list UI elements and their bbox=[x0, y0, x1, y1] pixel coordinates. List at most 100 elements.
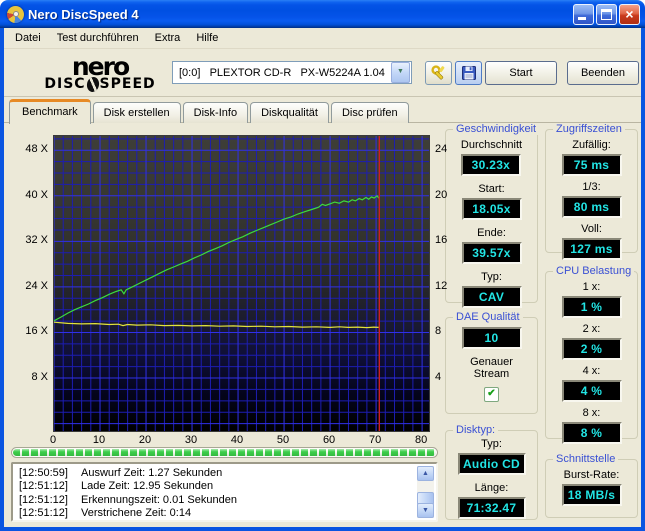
full-access-value: 127 ms bbox=[561, 238, 622, 260]
tab-diskqualitaet[interactable]: Diskqualität bbox=[250, 102, 329, 123]
menu-hilfe[interactable]: Hilfe bbox=[188, 30, 226, 46]
app-icon bbox=[7, 5, 24, 23]
chevron-down-icon[interactable]: ▼ bbox=[391, 62, 410, 83]
log-scrollbar[interactable]: ▲ ▼ bbox=[417, 466, 434, 518]
close-button[interactable]: × bbox=[619, 3, 640, 25]
log-lines: [12:50:59] Auswurf Zeit: 1.27 Sekunden [1… bbox=[13, 464, 436, 520]
end-speed-label: Ende: bbox=[477, 227, 506, 239]
axis-tick-label: 20 bbox=[138, 434, 152, 446]
panel-title: Schnittstelle bbox=[553, 453, 619, 465]
tab-bar: Benchmark Disk erstellen Disk-Info Diskq… bbox=[4, 97, 641, 124]
accurate-stream-label: Genauer Stream bbox=[470, 356, 513, 380]
benchmark-page: [12:50:59] Auswurf Zeit: 1.27 Sekunden [1… bbox=[4, 123, 641, 527]
random-access-value: 75 ms bbox=[561, 154, 622, 176]
tools-icon bbox=[430, 64, 444, 79]
results-panels: Geschwindigkeit Durchschnitt 30.23x Star… bbox=[445, 123, 639, 520]
dae-quality-value: 10 bbox=[461, 327, 522, 349]
axis-tick-label: 16 bbox=[435, 234, 448, 247]
axis-tick-label: 0 bbox=[49, 434, 57, 446]
drive-select[interactable]: [0:0] PLEXTOR CD-R PX-W5224A 1.04 ▼ bbox=[172, 61, 412, 84]
progress-bar bbox=[11, 447, 438, 458]
accurate-stream-checkbox[interactable]: ✔ bbox=[484, 387, 499, 402]
toolbar: nero DISC SPEED [0:0] PLEXTOR CD-R PX-W52… bbox=[4, 49, 641, 97]
save-icon bbox=[461, 65, 476, 80]
logo-speed-text: SPEED bbox=[99, 76, 156, 92]
third-access-value: 80 ms bbox=[561, 196, 622, 218]
log-line: [12:51:12] Verstrichene Zeit: 0:14 bbox=[19, 507, 192, 520]
scroll-down-icon[interactable]: ▼ bbox=[417, 503, 434, 518]
cpu-4x-value: 4 % bbox=[561, 380, 622, 402]
panel-cpu-belastung: CPU Belastung 1 x: 1 % 2 x: 2 % 4 x: 4 %… bbox=[545, 265, 638, 444]
logo-brand: nero bbox=[71, 51, 130, 81]
tab-disk-erstellen[interactable]: Disk erstellen bbox=[92, 102, 181, 123]
disc-type-label: Typ: bbox=[481, 438, 502, 450]
panel-title: DAE Qualität bbox=[453, 311, 523, 323]
menu-test-durchfuehren[interactable]: Test durchführen bbox=[49, 30, 147, 46]
third-access-label: 1/3: bbox=[582, 181, 601, 193]
menu-datei[interactable]: Datei bbox=[7, 30, 49, 46]
disc-length-label: Länge: bbox=[474, 482, 509, 494]
minimize-icon bbox=[578, 16, 586, 20]
tab-disk-info[interactable]: Disk-Info bbox=[182, 102, 249, 123]
speed-type-label: Typ: bbox=[481, 271, 502, 283]
axis-tick-label: 32 X bbox=[25, 234, 48, 247]
log-line: [12:51:12] Erkennungszeit: 0.01 Sekunden bbox=[19, 493, 237, 506]
axis-tick-label: 80 bbox=[414, 434, 428, 446]
panel-title: CPU Belastung bbox=[553, 265, 635, 277]
axis-tick-label: 12 bbox=[435, 279, 448, 292]
burst-rate-value: 18 MB/s bbox=[561, 484, 622, 506]
panel-title: Disktyp: bbox=[453, 424, 499, 436]
cpu-1x-label: 1 x: bbox=[582, 281, 601, 293]
avg-speed-value: 30.23x bbox=[460, 154, 521, 176]
start-speed-value: 18.05x bbox=[461, 198, 522, 220]
scroll-up-icon[interactable]: ▲ bbox=[417, 466, 434, 481]
cpu-2x-value: 2 % bbox=[561, 338, 622, 360]
save-button[interactable] bbox=[455, 60, 482, 85]
minimize-button[interactable] bbox=[573, 3, 594, 25]
check-icon: ✔ bbox=[487, 388, 496, 399]
tab-benchmark[interactable]: Benchmark bbox=[9, 99, 91, 124]
avg-speed-label: Durchschnitt bbox=[460, 139, 523, 151]
axis-tick-label: 30 bbox=[184, 434, 198, 446]
start-speed-label: Start: bbox=[478, 183, 505, 195]
axis-tick-label: 8 X bbox=[31, 371, 48, 384]
axis-tick-label: 40 X bbox=[25, 188, 48, 201]
menu-bar: Datei Test durchführen Extra Hilfe bbox=[4, 28, 641, 49]
tab-disc-pruefen[interactable]: Disc prüfen bbox=[330, 102, 409, 123]
full-access-label: Voll: bbox=[581, 223, 602, 235]
cpu-1x-value: 1 % bbox=[561, 296, 622, 318]
options-button[interactable] bbox=[425, 60, 452, 85]
cpu-8x-value: 8 % bbox=[561, 422, 622, 444]
title-bar: Nero DiscSpeed 4 × bbox=[0, 0, 645, 28]
log-panel[interactable]: [12:50:59] Auswurf Zeit: 1.27 Sekunden [1… bbox=[11, 462, 438, 522]
axis-tick-label: 16 X bbox=[25, 325, 48, 338]
cpu-8x-label: 8 x: bbox=[582, 407, 601, 419]
panel-title: Zugriffszeiten bbox=[553, 123, 625, 135]
benchmark-chart bbox=[53, 135, 430, 432]
cpu-4x-label: 4 x: bbox=[582, 365, 601, 377]
axis-tick-label: 60 bbox=[322, 434, 336, 446]
menu-extra[interactable]: Extra bbox=[147, 30, 189, 46]
close-icon: × bbox=[625, 5, 634, 22]
start-button[interactable]: Start bbox=[485, 60, 557, 85]
window-title: Nero DiscSpeed 4 bbox=[28, 6, 139, 22]
axis-tick-label: 50 bbox=[276, 434, 290, 446]
axis-tick-label: 4 bbox=[435, 371, 442, 384]
axis-tick-label: 24 X bbox=[25, 279, 48, 292]
axis-tick-label: 8 bbox=[435, 325, 442, 338]
maximize-button[interactable] bbox=[596, 3, 617, 25]
maximize-icon bbox=[601, 8, 612, 20]
axis-tick-label: 24 bbox=[435, 143, 448, 156]
panel-schnittstelle: Schnittstelle Burst-Rate: 18 MB/s bbox=[545, 453, 638, 518]
cpu-2x-label: 2 x: bbox=[582, 323, 601, 335]
axis-tick-label: 20 bbox=[435, 188, 448, 201]
axis-tick-label: 10 bbox=[92, 434, 106, 446]
window-frame: Datei Test durchführen Extra Hilfe nero … bbox=[0, 28, 645, 531]
log-line: [12:50:59] Auswurf Zeit: 1.27 Sekunden bbox=[19, 467, 223, 479]
panel-title: Geschwindigkeit bbox=[453, 123, 540, 135]
nero-discspeed-logo: nero DISC SPEED bbox=[34, 51, 166, 93]
logo-disc-text: DISC bbox=[44, 76, 86, 92]
quit-button[interactable]: Beenden bbox=[567, 60, 639, 85]
panel-zugriffszeiten: Zugriffszeiten Zufällig: 75 ms 1/3: 80 m… bbox=[545, 123, 638, 260]
disc-type-value: Audio CD bbox=[457, 453, 526, 475]
